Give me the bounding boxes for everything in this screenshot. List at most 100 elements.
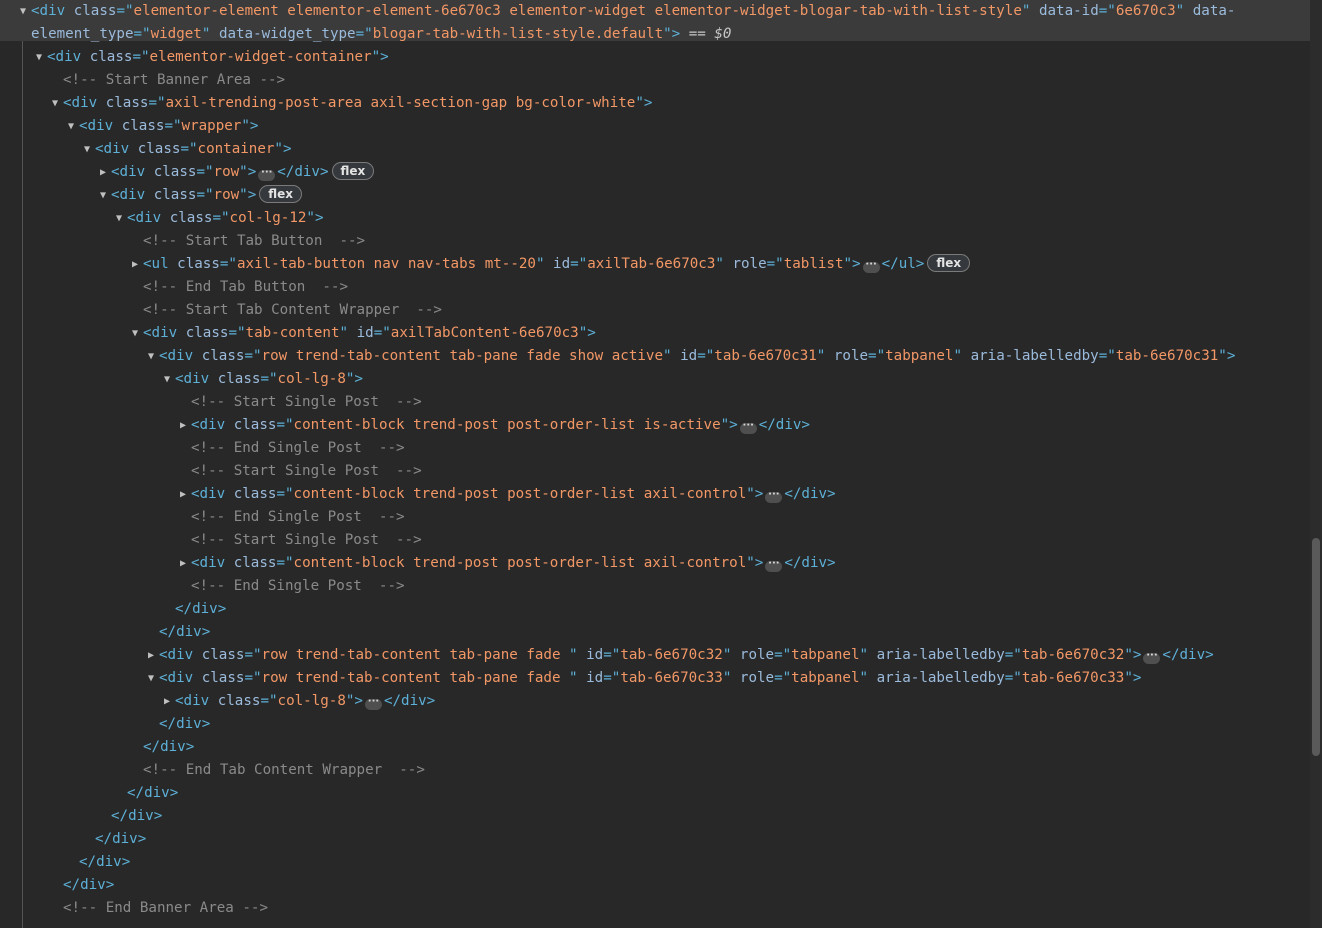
dom-node-line[interactable]: </div> [127, 782, 178, 805]
dom-node-line[interactable]: ▼ <div class="row trend-tab-content tab-p… [148, 667, 1141, 690]
tag-token: =" [603, 647, 621, 663]
dom-node-line[interactable]: <!-- Start Single Post --> [191, 529, 422, 552]
vertical-scrollbar[interactable] [1310, 0, 1322, 928]
attribute-name: class [201, 670, 245, 686]
dom-node-line[interactable]: ▼ <div class="col-lg-12"> [116, 207, 324, 230]
dom-node-line[interactable]: <!-- End Single Post --> [191, 437, 405, 460]
tag-token: " [1021, 3, 1039, 19]
dom-node-line[interactable]: <!-- Start Tab Content Wrapper --> [143, 299, 442, 322]
expand-triangle-icon[interactable]: ▼ [145, 667, 157, 690]
tag-token: "> [345, 371, 363, 387]
attribute-name: class [233, 555, 277, 571]
tag-token: =" [603, 670, 621, 686]
dom-node-line[interactable]: ▼ <div class="elementor-element elementor… [20, 0, 1235, 23]
dom-node-line[interactable]: </div> [79, 851, 130, 874]
attribute-value: col-lg-8 [277, 371, 346, 387]
expand-triangle-icon[interactable]: ▼ [129, 322, 141, 345]
ellipsis-button[interactable]: ··· [258, 168, 276, 181]
dom-node-line[interactable]: ▼ <div class="container"> [84, 138, 292, 161]
collapse-triangle-icon[interactable]: ▶ [129, 253, 141, 276]
collapse-triangle-icon[interactable]: ▶ [161, 690, 173, 713]
tag-token: =" [244, 670, 262, 686]
expand-triangle-icon[interactable]: ▼ [113, 207, 125, 230]
attribute-name: class [73, 3, 117, 19]
attribute-value: axil-tab-button nav nav-tabs mt--20 [236, 256, 536, 272]
expand-triangle-icon[interactable]: ▼ [161, 368, 173, 391]
expand-triangle-icon[interactable]: ▼ [145, 345, 157, 368]
dom-node-line[interactable]: </div> [175, 598, 226, 621]
dom-node-line[interactable]: </div> [159, 621, 210, 644]
expand-triangle-icon[interactable]: ▼ [49, 92, 61, 115]
dom-node-line[interactable]: ▶ <div class="row"> ··· </div> flex [100, 161, 375, 184]
tag-token: "> [746, 555, 764, 571]
dom-node-line[interactable]: </div> [159, 713, 210, 736]
dom-node-line[interactable]: <!-- End Single Post --> [191, 506, 405, 529]
tag-token: <div [191, 486, 234, 502]
tag-token: <div [63, 95, 106, 111]
dom-node-line[interactable]: ▼ <div class="tab-content" id="axilTabCon… [132, 322, 596, 345]
collapse-triangle-icon[interactable]: ▶ [177, 552, 189, 575]
dom-node-line[interactable]: <!-- Start Single Post --> [191, 391, 422, 414]
scrollbar-thumb[interactable] [1312, 538, 1320, 756]
flex-badge[interactable]: flex [927, 254, 971, 272]
tag-token: " [722, 670, 740, 686]
dom-node-line[interactable]: <!-- Start Tab Button --> [143, 230, 365, 253]
dom-node-line[interactable]: ▼ <div class="row"> flex [100, 184, 303, 207]
attribute-name: role [732, 256, 767, 272]
dom-node-line[interactable]: ▼ <div class="row trend-tab-content tab-p… [148, 345, 1235, 368]
expand-triangle-icon[interactable]: ▼ [97, 184, 109, 207]
tag-token: <div [191, 417, 234, 433]
dom-node-line[interactable]: <!-- End Banner Area --> [63, 897, 268, 920]
flex-badge[interactable]: flex [331, 162, 375, 180]
dom-node-line[interactable]: ▶ <div class="content-block trend-post po… [180, 552, 836, 575]
dom-node-line[interactable]: <!-- Start Single Post --> [191, 460, 422, 483]
ellipsis-button[interactable]: ··· [765, 490, 783, 503]
flex-badge[interactable]: flex [259, 185, 303, 203]
tag-token: " [535, 256, 554, 272]
dom-node-line[interactable]: ▶ <ul class="axil-tab-button nav nav-tabs… [132, 253, 971, 276]
tag-token: "> [720, 417, 738, 433]
attribute-name: id [553, 256, 571, 272]
dom-node-line[interactable]: ▼ <div class="col-lg-8"> [164, 368, 363, 391]
dom-node-line[interactable]: </div> [95, 828, 146, 851]
dom-node-line[interactable]: <!-- End Single Post --> [191, 575, 405, 598]
tag-token: <ul [143, 256, 178, 272]
tag-token: </div> [758, 417, 810, 433]
dom-node-line[interactable]: ▼ <div class="wrapper"> [68, 115, 258, 138]
tag-token: </div> [111, 808, 163, 824]
tag-token: =" [244, 647, 262, 663]
expand-triangle-icon[interactable]: ▼ [81, 138, 93, 161]
ellipsis-button[interactable]: ··· [862, 260, 880, 273]
expand-triangle-icon[interactable]: ▼ [17, 0, 29, 23]
tag-token: =" [276, 486, 294, 502]
dom-node-line[interactable]: ▶ <div class="content-block trend-post po… [180, 483, 836, 506]
collapse-triangle-icon[interactable]: ▶ [145, 644, 157, 667]
dom-node-line[interactable]: element_type="widget" data-widget_type="… [31, 23, 731, 46]
tag-token: </div> [175, 601, 227, 617]
html-comment: <!-- Start Tab Content Wrapper --> [143, 302, 442, 318]
dom-node-line[interactable]: <!-- End Tab Content Wrapper --> [143, 759, 425, 782]
ellipsis-button[interactable]: ··· [765, 559, 783, 572]
dom-node-line[interactable]: ▶ <div class="col-lg-8"> ··· </div> [164, 690, 435, 713]
dom-node-line[interactable]: ▼ <div class="elementor-widget-container"… [36, 46, 389, 69]
collapse-triangle-icon[interactable]: ▶ [177, 483, 189, 506]
dom-node-line[interactable]: <!-- End Tab Button --> [143, 276, 348, 299]
dom-node-line[interactable]: ▶ <div class="content-block trend-post po… [180, 414, 810, 437]
dom-node-line[interactable]: </div> [111, 805, 162, 828]
dom-node-line[interactable]: </div> [63, 874, 114, 897]
ellipsis-button[interactable]: ··· [364, 697, 382, 710]
dom-node-line[interactable]: ▼ <div class="axil-trending-post-area axi… [52, 92, 652, 115]
attribute-name: class [153, 164, 197, 180]
tag-token: " [1175, 3, 1193, 19]
ellipsis-button[interactable]: ··· [1143, 651, 1161, 664]
expand-triangle-icon[interactable]: ▼ [33, 46, 45, 69]
expand-triangle-icon[interactable]: ▼ [65, 115, 77, 138]
attribute-value: elementor-widget-container [149, 49, 372, 65]
dom-node-line[interactable]: <!-- Start Banner Area --> [63, 69, 285, 92]
attribute-name: aria-labelledby [876, 670, 1005, 686]
collapse-triangle-icon[interactable]: ▶ [177, 414, 189, 437]
ellipsis-button[interactable]: ··· [739, 421, 757, 434]
dom-node-line[interactable]: </div> [143, 736, 194, 759]
collapse-triangle-icon[interactable]: ▶ [97, 161, 109, 184]
dom-node-line[interactable]: ▶ <div class="row trend-tab-content tab-p… [148, 644, 1214, 667]
